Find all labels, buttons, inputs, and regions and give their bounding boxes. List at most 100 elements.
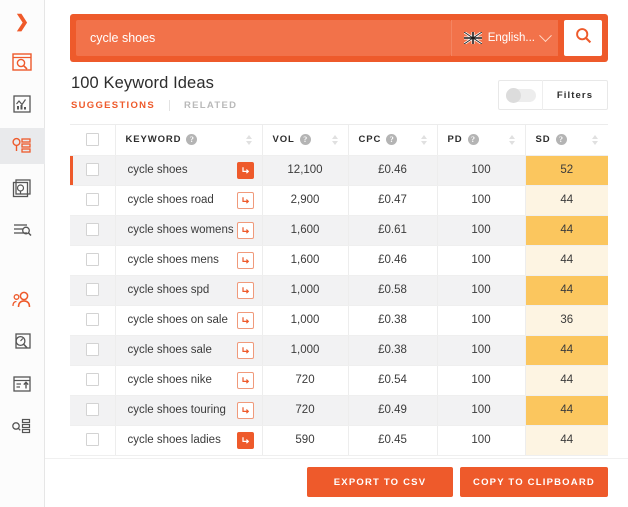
keyword-table-container[interactable]: KEYWORD ? VOL ? CPC ? PD ? SD ? cycle sh… [70,124,608,458]
row-checkbox[interactable] [85,253,99,267]
open-keyword-arrow-icon[interactable] [236,161,254,179]
column-header-vol[interactable]: VOL ? [262,125,349,156]
keyword-text: cycle shoes womens [127,224,234,236]
row-checkbox[interactable] [85,433,99,447]
sort-toggle-sd[interactable] [592,134,598,145]
sort-desc-icon [420,140,427,145]
column-header-cpc[interactable]: CPC ? [348,125,438,156]
sidebar-item-keyword-ideas[interactable] [0,128,45,164]
search-button[interactable] [564,20,602,56]
row-checkbox[interactable] [85,313,99,327]
keyword-text: cycle shoes ladies [127,434,221,446]
sort-desc-icon [245,140,252,145]
table-row[interactable]: cycle shoes 12,100 £0.46 100 52 [70,155,608,186]
keyword-text: cycle shoes mens [127,254,219,266]
open-keyword-arrow-icon[interactable] [236,311,254,329]
table-row[interactable]: cycle shoes on sale 1,000 £0.38 100 36 [70,305,608,336]
open-keyword-arrow-icon[interactable] [236,191,254,209]
column-header-pd[interactable]: PD ? [437,125,526,156]
sd-cell: 44 [525,335,608,366]
table-row[interactable]: cycle shoes spd 1,000 £0.58 100 44 [70,275,608,306]
sidebar-item-site-audit[interactable] [0,212,45,248]
sort-toggle-vol[interactable] [331,134,338,145]
export-to-csv-button[interactable]: EXPORT TO CSV [307,467,453,497]
vol-cell: 720 [262,395,349,426]
info-icon-sd[interactable]: ? [555,134,567,146]
sidebar-item-competitors[interactable] [0,282,45,318]
copy-to-clipboard-button[interactable]: COPY TO CLIPBOARD [460,467,608,497]
open-keyword-arrow-icon[interactable] [236,251,254,269]
row-select-cell [70,215,116,246]
open-keyword-arrow-icon[interactable] [236,281,254,299]
info-icon-pd[interactable]: ? [467,134,479,146]
row-checkbox[interactable] [85,223,99,237]
select-all-checkbox[interactable] [85,133,99,147]
open-keyword-arrow-icon[interactable] [236,431,254,449]
sidebar-item-export-report[interactable] [0,366,45,402]
row-checkbox[interactable] [85,373,99,387]
pd-cell: 100 [437,395,526,426]
info-icon-keyword[interactable]: ? [186,134,198,146]
open-keyword-arrow-icon[interactable] [236,401,254,419]
filters-toggle[interactable] [499,80,543,110]
row-select-cell [70,305,116,336]
column-label-sd: SD [535,134,551,146]
footer-bar: EXPORT TO CSV COPY TO CLIPBOARD [45,458,628,507]
table-row[interactable]: cycle shoes sale 1,000 £0.38 100 44 [70,335,608,366]
sidebar-item-analytics-report[interactable] [0,86,45,122]
row-select-cell [70,425,116,456]
site-audit-icon [11,219,33,241]
info-icon-cpc[interactable]: ? [386,134,398,146]
table-row[interactable]: cycle shoes nike 720 £0.54 100 44 [70,365,608,396]
sort-toggle-keyword[interactable] [245,134,252,145]
cpc-cell: £0.49 [348,395,438,426]
column-header-sd[interactable]: SD ? [525,125,608,156]
open-keyword-arrow-icon[interactable] [236,341,254,359]
filters-button[interactable]: Filters [543,90,607,101]
pd-cell: 100 [437,365,526,396]
row-select-cell [70,275,116,306]
keyword-list-icon [11,415,33,437]
table-row[interactable]: cycle shoes touring 720 £0.49 100 44 [70,395,608,426]
main-panel: English... 100 Keyword Ideas SUGGESTIONS… [45,0,628,507]
table-row[interactable]: cycle shoes road 2,900 £0.47 100 44 [70,185,608,216]
sidebar-expand-button[interactable]: ❯ [0,0,45,44]
tab-suggestions[interactable]: SUGGESTIONS [71,100,169,111]
row-checkbox[interactable] [85,193,99,207]
sidebar-item-keyword-research[interactable] [0,44,45,80]
keyword-text: cycle shoes on sale [127,314,228,326]
table-row[interactable]: cycle shoes ladies 590 £0.45 100 44 [70,425,608,456]
sidebar-item-content-ideas[interactable] [0,170,45,206]
rank-tracker-icon [11,331,33,353]
cpc-cell: £0.38 [348,305,438,336]
table-row[interactable]: cycle shoes mens 1,600 £0.46 100 44 [70,245,608,276]
row-checkbox[interactable] [85,283,99,297]
row-checkbox[interactable] [85,343,99,357]
analytics-report-icon [11,93,33,115]
sd-cell: 44 [525,365,608,396]
sort-toggle-pd[interactable] [508,134,515,145]
keyword-research-icon [11,51,33,73]
sidebar-item-keyword-list[interactable] [0,408,45,444]
uk-flag-icon [463,32,482,44]
info-icon-vol[interactable]: ? [299,134,311,146]
sort-toggle-cpc[interactable] [420,134,427,145]
keyword-cell: cycle shoes road [115,185,263,216]
tab-related[interactable]: RELATED [168,100,251,111]
keyword-cell: cycle shoes mens [115,245,263,276]
column-label-vol: VOL [272,134,295,146]
keyword-text: cycle shoes sale [127,344,212,356]
table-row[interactable]: cycle shoes womens 1,600 £0.61 100 44 [70,215,608,246]
row-checkbox[interactable] [85,403,99,417]
column-header-keyword[interactable]: KEYWORD ? [115,125,263,156]
open-keyword-arrow-icon[interactable] [236,221,254,239]
cpc-cell: £0.58 [348,275,438,306]
app-root: ❯ cycle shoes English... 100 Keyword Ide… [0,0,628,507]
search-input[interactable] [90,31,437,45]
open-keyword-arrow-icon[interactable] [236,371,254,389]
table-header-row: KEYWORD ? VOL ? CPC ? PD ? SD ? [70,125,608,156]
row-checkbox[interactable] [85,163,99,177]
sidebar-item-rank-tracker[interactable] [0,324,45,360]
pd-cell: 100 [437,245,526,276]
language-selector[interactable]: English... [450,20,558,56]
